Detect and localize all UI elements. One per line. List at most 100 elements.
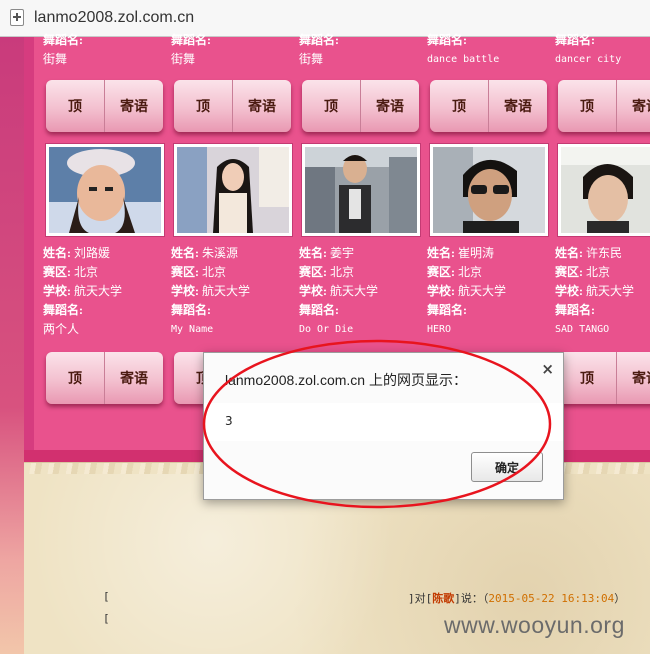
dance-value: dance battle — [427, 54, 500, 65]
region-value: 北京 — [330, 265, 355, 279]
top-button[interactable]: 顶 — [558, 352, 617, 404]
region-label: 赛区: — [299, 265, 327, 279]
message-button[interactable]: 寄语 — [233, 80, 291, 132]
top-button[interactable]: 顶 — [430, 80, 489, 132]
vote-button-group: 顶 寄语 — [46, 352, 163, 404]
card-r2c2-info: 姓名: 朱溪源 赛区: 北京 学校: 航天大学 舞蹈名: My Name — [171, 244, 299, 339]
region-value: 北京 — [458, 265, 483, 279]
card-r1c5-info: 舞蹈名: dancer city — [555, 31, 650, 69]
name-label: 姓名: — [299, 246, 327, 260]
top-button[interactable]: 顶 — [46, 80, 105, 132]
comment-close: ） — [614, 592, 626, 605]
region-value: 北京 — [202, 265, 227, 279]
name-label: 姓名: — [43, 246, 71, 260]
contestant-photo[interactable] — [557, 143, 650, 237]
name-value: 崔明涛 — [458, 246, 495, 260]
school-label: 学校: — [43, 284, 71, 298]
dance-label: 舞蹈名: — [171, 33, 211, 47]
region-label: 赛区: — [43, 265, 71, 279]
dialog-message: 3 — [225, 414, 233, 428]
name-value: 姜宇 — [330, 246, 355, 260]
comment-prefix: ]对[ — [408, 592, 433, 605]
vote-button-group: 顶 寄语 — [46, 80, 163, 132]
dance-value: Do Or Die — [299, 324, 354, 335]
dance-value: dancer city — [555, 54, 622, 65]
url-text[interactable]: lanmo2008.zol.com.cn — [34, 9, 194, 27]
message-button[interactable]: 寄语 — [361, 80, 419, 132]
contestant-photo[interactable] — [429, 143, 549, 237]
dialog-title: lanmo2008.zol.com.cn 上的网页显示： — [225, 372, 467, 388]
dance-value: 街舞 — [171, 52, 196, 66]
page-info-icon[interactable] — [10, 9, 24, 26]
dance-label: 舞蹈名: — [555, 303, 595, 317]
contestant-photo[interactable] — [45, 143, 165, 237]
contestant-photo[interactable] — [301, 143, 421, 237]
left-border-strip — [24, 37, 34, 457]
vote-button-group: 顶 寄语 — [430, 80, 547, 132]
school-value: 航天大学 — [330, 284, 379, 298]
vote-button-group: 顶 寄语 — [302, 80, 419, 132]
card-r1c4-info: 舞蹈名: dance battle — [427, 31, 555, 69]
top-button[interactable]: 顶 — [558, 80, 617, 132]
comment-open-bracket: [ — [103, 590, 110, 603]
card-r1c2-info: 舞蹈名: 街舞 — [171, 31, 299, 69]
dance-value: 两个人 — [43, 322, 80, 336]
name-label: 姓名: — [171, 246, 199, 260]
school-label: 学校: — [171, 284, 199, 298]
message-button[interactable]: 寄语 — [617, 80, 650, 132]
region-value: 北京 — [586, 265, 611, 279]
vote-button-group: 顶 寄语 — [558, 80, 650, 132]
region-label: 赛区: — [555, 265, 583, 279]
name-value: 许东民 — [586, 246, 623, 260]
dance-label: 舞蹈名: — [43, 303, 83, 317]
comment-meta: ]对[陈歌]说：（2015-05-22 16:13:04） — [408, 590, 625, 606]
comment-open-bracket: [ — [103, 612, 110, 625]
dance-label: 舞蹈名: — [555, 33, 595, 47]
school-value: 航天大学 — [202, 284, 251, 298]
card-r1c1-info: 舞蹈名: 街舞 — [43, 31, 171, 69]
dance-label: 舞蹈名: — [299, 303, 339, 317]
top-button[interactable]: 顶 — [46, 352, 105, 404]
name-value: 刘路媛 — [74, 246, 111, 260]
school-label: 学校: — [299, 284, 327, 298]
name-label: 姓名: — [555, 246, 583, 260]
ok-button[interactable]: 确定 — [471, 452, 543, 482]
dance-value: SAD TANGO — [555, 324, 610, 335]
alert-dialog: lanmo2008.zol.com.cn 上的网页显示： × 3 确定 — [203, 352, 564, 500]
card-r2c3-info: 姓名: 姜宇 赛区: 北京 学校: 航天大学 舞蹈名: Do Or Die — [299, 244, 427, 339]
left-background-strip — [0, 37, 24, 654]
dance-label: 舞蹈名: — [427, 33, 467, 47]
message-button[interactable]: 寄语 — [617, 352, 650, 404]
school-value: 航天大学 — [74, 284, 123, 298]
card-r2c1-info: 姓名: 刘路媛 赛区: 北京 学校: 航天大学 舞蹈名: 两个人 — [43, 244, 171, 339]
school-label: 学校: — [427, 284, 455, 298]
watermark: www.wooyun.org — [444, 612, 625, 638]
comment-user[interactable]: 陈歌 — [432, 592, 454, 605]
top-button[interactable]: 顶 — [302, 80, 361, 132]
dance-label: 舞蹈名: — [43, 33, 83, 47]
close-icon[interactable]: × — [541, 360, 554, 378]
dance-value: 街舞 — [299, 52, 324, 66]
card-r2c5-info: 姓名: 许东民 赛区: 北京 学校: 航天大学 舞蹈名: SAD TANGO — [555, 244, 650, 339]
school-value: 航天大学 — [586, 284, 635, 298]
dance-value: 街舞 — [43, 52, 68, 66]
region-label: 赛区: — [427, 265, 455, 279]
message-button[interactable]: 寄语 — [105, 80, 163, 132]
message-button[interactable]: 寄语 — [105, 352, 163, 404]
card-r1c3-info: 舞蹈名: 街舞 — [299, 31, 427, 69]
comment-suffix: ]说：（ — [454, 592, 489, 605]
top-button[interactable]: 顶 — [174, 80, 233, 132]
dance-value: HERO — [427, 324, 452, 335]
school-label: 学校: — [555, 284, 583, 298]
region-value: 北京 — [74, 265, 99, 279]
contestant-photo[interactable] — [173, 143, 293, 237]
card-r2c4-info: 姓名: 崔明涛 赛区: 北京 学校: 航天大学 舞蹈名: HERO — [427, 244, 555, 339]
name-value: 朱溪源 — [202, 246, 239, 260]
vote-button-group: 顶 寄语 — [174, 80, 291, 132]
dialog-body — [204, 403, 563, 441]
comment-time: 2015-05-22 16:13:04 — [488, 592, 615, 605]
dance-value: My Name — [171, 324, 214, 335]
dance-label: 舞蹈名: — [427, 303, 467, 317]
dance-label: 舞蹈名: — [171, 303, 211, 317]
message-button[interactable]: 寄语 — [489, 80, 547, 132]
